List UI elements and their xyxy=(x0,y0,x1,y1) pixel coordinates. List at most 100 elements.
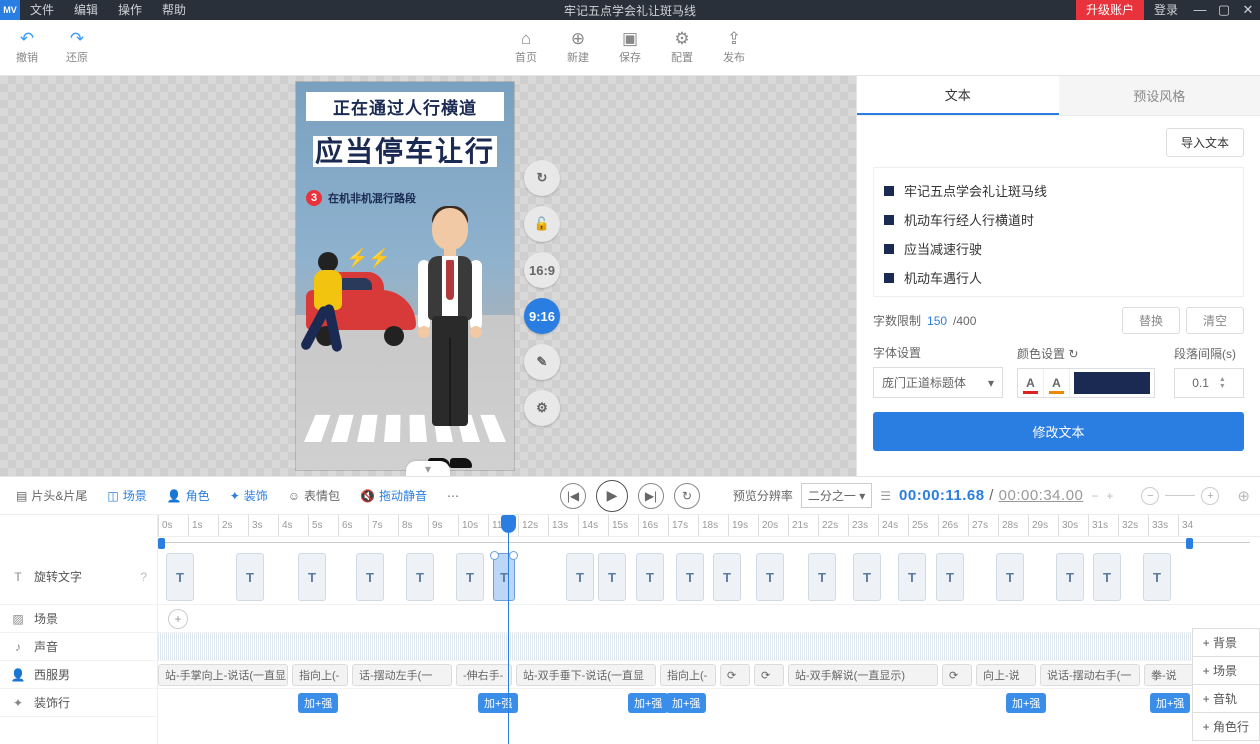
add-audio-button[interactable]: + 音轨 xyxy=(1192,684,1260,713)
text-keyframe[interactable]: T xyxy=(166,553,194,601)
motion-clip[interactable]: 站-双手垂下-说话(一直显 xyxy=(516,664,656,686)
track-decor[interactable]: 加+强加+强加+强加+强加+强加+强 xyxy=(158,689,1260,717)
text-keyframe[interactable]: T xyxy=(1143,553,1171,601)
text-keyframe[interactable]: T xyxy=(1056,553,1084,601)
decor-clip[interactable]: 加+强 xyxy=(298,693,338,713)
minimize-button[interactable]: — xyxy=(1188,0,1212,20)
modify-text-button[interactable]: 修改文本 xyxy=(873,412,1244,451)
motion-clip[interactable]: 拳-说 xyxy=(1144,664,1194,686)
playhead[interactable] xyxy=(508,515,509,744)
timeline-tracks[interactable]: 0s1s2s3s4s5s6s7s8s9s10s11s12s13s14s15s16… xyxy=(158,515,1260,744)
tab-drag-mute[interactable]: 🔇拖动静音 xyxy=(354,483,433,508)
import-text-button[interactable]: 导入文本 xyxy=(1166,128,1244,157)
motion-clip[interactable]: 指向上(- xyxy=(292,664,348,686)
motion-clip[interactable]: ⟳ xyxy=(754,664,784,686)
motion-clip[interactable]: 向上-说 xyxy=(976,664,1036,686)
text-keyframe[interactable]: T xyxy=(808,553,836,601)
text-keyframe[interactable]: T xyxy=(1093,553,1121,601)
track-rotate-text[interactable]: TTTTTTTTTTTTTTTTTTTTT xyxy=(158,549,1260,605)
track-sound[interactable]: 🔇 xyxy=(158,633,1260,661)
track-label-decor[interactable]: ✦装饰行 xyxy=(0,689,157,717)
config-button[interactable]: ⚙配置 xyxy=(671,30,693,65)
menu-file[interactable]: 文件 xyxy=(20,0,64,20)
undo-button[interactable]: ↶撤销 xyxy=(16,30,38,65)
edit-tool[interactable]: ✎ xyxy=(524,344,560,380)
lock-tool[interactable]: 🔓 xyxy=(524,206,560,242)
refresh-tool[interactable]: ↻ xyxy=(524,160,560,196)
text-keyframe[interactable]: T xyxy=(676,553,704,601)
decor-clip[interactable]: 加+强 xyxy=(478,693,518,713)
layers-icon[interactable]: ☰ xyxy=(880,489,891,503)
help-icon[interactable]: ? xyxy=(140,570,147,584)
track-suit-man[interactable]: 站-手掌向上-说话(一直显指向上(-话-摆动左手(一-伸右手-站-双手垂下-说话… xyxy=(158,661,1260,689)
menu-action[interactable]: 操作 xyxy=(108,0,152,20)
settings-tool[interactable]: ⚙ xyxy=(524,390,560,426)
text-list[interactable]: 牢记五点学会礼让斑马线 机动车行经人行横道时 应当减速行驶 机动车遇行人 xyxy=(873,167,1244,297)
list-item[interactable]: 机动车行经人行横道时 xyxy=(884,205,1233,234)
next-button[interactable]: ▶| xyxy=(638,483,664,509)
motion-clip[interactable]: 站-手掌向上-说话(一直显 xyxy=(158,664,288,686)
text-keyframe[interactable]: T xyxy=(298,553,326,601)
replace-button[interactable]: 替换 xyxy=(1122,307,1180,334)
play-button[interactable]: ▶ xyxy=(596,480,628,512)
text-keyframe[interactable]: T xyxy=(236,553,264,601)
text-keyframe[interactable]: T xyxy=(598,553,626,601)
color-swatch[interactable] xyxy=(1074,372,1150,394)
color-picker[interactable]: AA xyxy=(1017,368,1155,398)
add-background-button[interactable]: + 背景 xyxy=(1192,628,1260,657)
zoom-out-button[interactable]: − xyxy=(1141,487,1159,505)
track-label-suit-man[interactable]: 👤西服男 xyxy=(0,661,157,689)
text-keyframe[interactable]: T xyxy=(456,553,484,601)
close-button[interactable]: ✕ xyxy=(1236,0,1260,20)
motion-clip[interactable]: 站-双手解说(一直显示) xyxy=(788,664,938,686)
gap-spinner[interactable]: 0.1▲▼ xyxy=(1174,368,1244,398)
ratio-9-16-tool[interactable]: 9:16 xyxy=(524,298,560,334)
stage-frame[interactable]: 正在通过人行横道 应当停车让行 3 在机非机混行路段 ⚡⚡ xyxy=(296,82,514,470)
tab-head-tail[interactable]: ▤片头&片尾 xyxy=(10,483,93,508)
motion-clip[interactable]: ⟳ xyxy=(720,664,750,686)
menu-edit[interactable]: 编辑 xyxy=(64,0,108,20)
decor-clip[interactable]: 加+强 xyxy=(666,693,706,713)
refresh-icon[interactable]: ↻ xyxy=(1068,347,1078,361)
clear-button[interactable]: 清空 xyxy=(1186,307,1244,334)
decor-clip[interactable]: 加+强 xyxy=(1150,693,1190,713)
font-select[interactable]: 庞门正道标题体▾ xyxy=(873,367,1003,398)
text-keyframe[interactable]: T xyxy=(996,553,1024,601)
canvas-area[interactable]: 正在通过人行横道 应当停车让行 3 在机非机混行路段 ⚡⚡ ↻ 🔓 16:9 9… xyxy=(0,76,856,476)
text-keyframe[interactable]: T xyxy=(713,553,741,601)
redo-button[interactable]: ↷还原 xyxy=(66,30,88,65)
track-scene[interactable]: + xyxy=(158,605,1260,633)
motion-clip[interactable]: -伸右手- xyxy=(456,664,512,686)
track-label-scene[interactable]: ▨场景 xyxy=(0,605,157,633)
home-button[interactable]: ⌂首页 xyxy=(515,30,537,65)
loop-button[interactable]: ↻ xyxy=(674,483,700,509)
add-role-button[interactable]: + 角色行 xyxy=(1192,712,1260,741)
text-keyframe[interactable]: T xyxy=(636,553,664,601)
time-plus[interactable]: + xyxy=(1106,489,1113,503)
text-keyframe[interactable]: T xyxy=(898,553,926,601)
text-keyframe[interactable]: T xyxy=(566,553,594,601)
save-button[interactable]: ▣保存 xyxy=(619,30,641,65)
motion-clip[interactable]: 指向上(- xyxy=(660,664,716,686)
text-color-b-icon[interactable]: A xyxy=(1044,369,1070,397)
motion-clip[interactable]: 说话-摆动右手(一 xyxy=(1040,664,1140,686)
tab-decor[interactable]: ✦装饰 xyxy=(224,483,274,508)
decor-clip[interactable]: 加+强 xyxy=(628,693,668,713)
tab-emoji[interactable]: ☺表情包 xyxy=(282,483,346,508)
publish-button[interactable]: ⇪发布 xyxy=(723,30,745,65)
text-keyframe[interactable]: T xyxy=(756,553,784,601)
login-button[interactable]: 登录 xyxy=(1144,0,1188,20)
preview-resolution-select[interactable]: 二分之一 ▾ xyxy=(801,483,872,508)
add-scene-button[interactable]: + xyxy=(168,609,188,629)
track-label-sound[interactable]: ♪声音 xyxy=(0,633,157,661)
time-minus[interactable]: − xyxy=(1091,489,1098,503)
tab-preset-style[interactable]: 预设风格 xyxy=(1059,76,1260,115)
text-color-a-icon[interactable]: A xyxy=(1018,369,1044,397)
text-keyframe[interactable]: T xyxy=(406,553,434,601)
text-keyframe[interactable]: T xyxy=(853,553,881,601)
zoom-in-button[interactable]: + xyxy=(1201,487,1219,505)
tab-role[interactable]: 👤角色 xyxy=(161,483,216,508)
decor-clip[interactable]: 加+强 xyxy=(1006,693,1046,713)
add-scene-track-button[interactable]: + 场景 xyxy=(1192,656,1260,685)
timeline-ruler[interactable]: 0s1s2s3s4s5s6s7s8s9s10s11s12s13s14s15s16… xyxy=(158,515,1260,537)
